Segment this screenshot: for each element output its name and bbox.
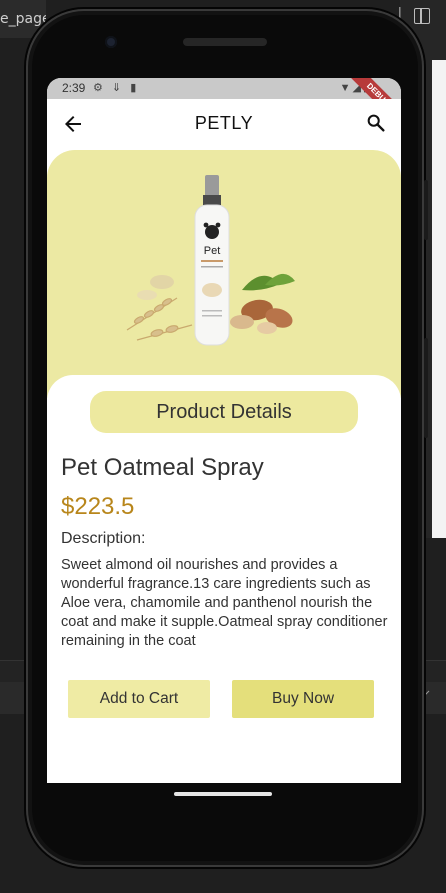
- split-panel-icon[interactable]: [414, 8, 430, 24]
- product-image: Pet: [126, 175, 295, 346]
- product-details-card: Product Details Pet Oatmeal Spray $223.5…: [47, 375, 401, 783]
- product-price: $223.5: [61, 493, 135, 520]
- status-notification-icons: ⚙ ⇓ ▮: [93, 82, 140, 94]
- ide-separator-icon: |: [398, 4, 402, 20]
- ide-tab-label: e_page: [0, 11, 46, 27]
- bottle-label: Pet: [204, 245, 221, 257]
- product-description: Sweet almond oil nourishes and provides …: [61, 557, 388, 649]
- app-title: PETLY: [194, 113, 254, 133]
- app-bar: PETLY: [47, 99, 401, 151]
- buy-now-button[interactable]: Buy Now: [232, 680, 374, 718]
- add-to-cart-button[interactable]: Add to Cart: [68, 680, 210, 718]
- product-details-heading: Product Details: [90, 391, 358, 433]
- power-button[interactable]: [424, 338, 428, 438]
- earpiece-speaker: [183, 38, 267, 46]
- app-screen: 2:39 ⚙ ⇓ ▮ ▼◢▮ DEBUG PETLY Pet Product D…: [47, 78, 401, 783]
- volume-button[interactable]: [424, 180, 428, 240]
- front-camera: [105, 36, 117, 48]
- product-name: Pet Oatmeal Spray: [61, 454, 264, 481]
- home-indicator[interactable]: [174, 792, 272, 796]
- status-bar: 2:39 ⚙ ⇓ ▮ ▼◢▮ DEBUG: [47, 78, 401, 132]
- status-time: 2:39: [62, 81, 86, 95]
- search-icon[interactable]: [365, 112, 387, 134]
- product-image-area: Pet: [47, 150, 401, 398]
- ide-panel-edge: [432, 60, 446, 538]
- description-label: Description:: [61, 530, 146, 547]
